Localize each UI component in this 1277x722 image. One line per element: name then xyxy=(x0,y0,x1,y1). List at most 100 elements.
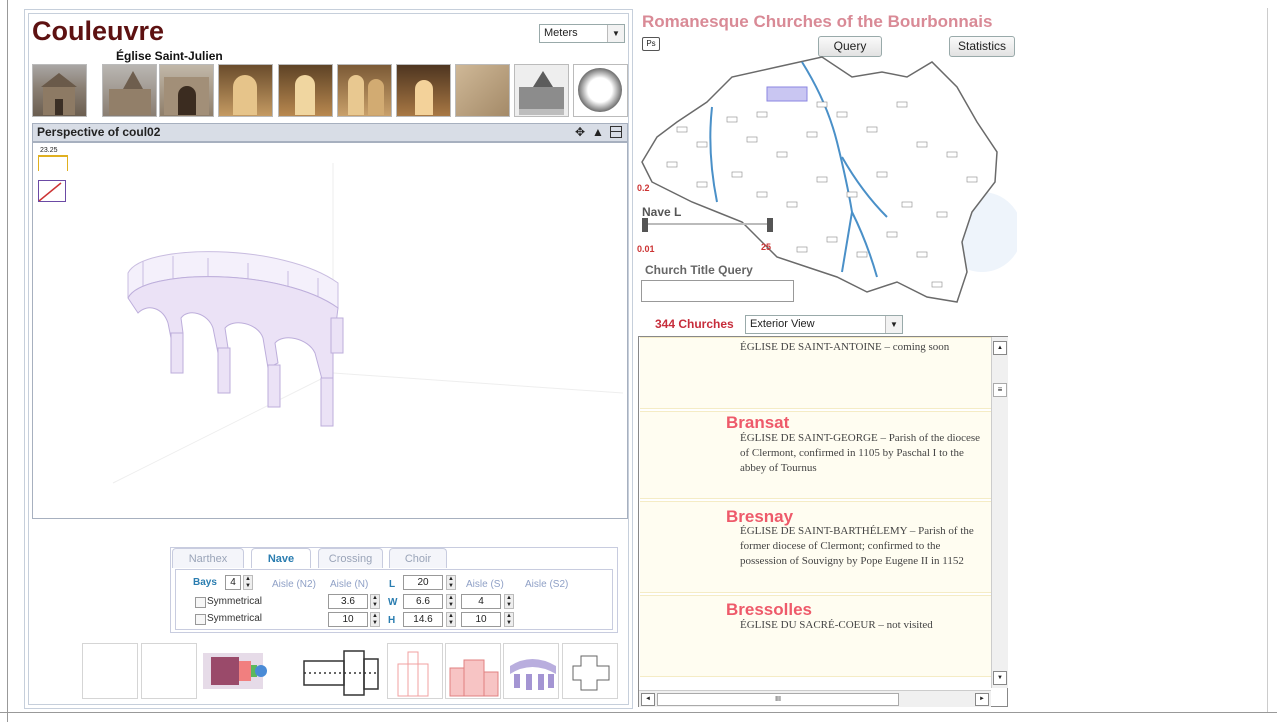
height-aisle-s-input[interactable]: 10 xyxy=(461,612,501,627)
symmetrical-label-1: Symmetrical xyxy=(207,596,263,607)
church-list[interactable] xyxy=(638,336,1008,707)
plan-thumb-elevation-2[interactable] xyxy=(445,643,501,699)
aisle-s-header: Aisle (S) xyxy=(466,579,504,590)
plan-thumb-elevation-1[interactable] xyxy=(387,643,443,699)
section-chart-icon xyxy=(449,659,499,697)
horizontal-scrollbar[interactable]: ◄ III ► xyxy=(639,690,991,707)
thumbnail-interior-4[interactable] xyxy=(396,64,451,117)
list-item-title-bressolles[interactable]: Bressolles xyxy=(726,600,812,620)
thumbnail-interior-3[interactable] xyxy=(337,64,392,117)
arches-icon xyxy=(295,75,315,115)
tab-crossing[interactable]: Crossing xyxy=(318,548,383,568)
scroll-up-icon[interactable]: ▲ xyxy=(993,341,1007,355)
portal-icon xyxy=(164,77,209,115)
horizontal-scroll-thumb[interactable]: III xyxy=(657,693,899,706)
model-3d-icon xyxy=(510,659,556,690)
nave-length-label: Nave L xyxy=(642,205,682,219)
plan-thumb-empty-1[interactable] xyxy=(82,643,138,699)
width-stepper[interactable]: ▲ ▼ xyxy=(446,594,456,609)
nave-3d-model xyxy=(112,163,624,484)
plan-thumb-floorplan[interactable] xyxy=(300,643,382,699)
slider-min-handle[interactable] xyxy=(642,218,648,232)
church-side-icon xyxy=(109,71,151,115)
panorama-sphere-icon xyxy=(578,68,622,112)
churches-count: 344 Churches xyxy=(655,317,734,331)
scroll-left-icon[interactable]: ◄ xyxy=(641,693,655,706)
map-panel-title: Romanesque Churches of the Bourbonnais xyxy=(642,12,993,31)
row-h-label: H xyxy=(388,615,396,626)
church-title-query-input[interactable] xyxy=(641,280,794,302)
church-exterior-icon xyxy=(41,73,77,115)
perspective-canvas[interactable] xyxy=(32,142,628,519)
width-aisle-s-stepper[interactable]: ▲ ▼ xyxy=(504,594,514,609)
height-aisle-n-stepper[interactable]: ▲ ▼ xyxy=(370,612,380,627)
tab-nave[interactable]: Nave xyxy=(251,548,311,568)
perspective-title: Perspective of coul02 xyxy=(37,125,161,139)
length-stepper[interactable]: ▲ ▼ xyxy=(446,575,456,590)
bays-input[interactable]: 4 xyxy=(225,575,241,590)
height-aisle-n-input[interactable]: 10 xyxy=(328,612,368,627)
church-name: Couleuvre xyxy=(32,16,165,46)
frame-right-border xyxy=(1267,8,1268,712)
symmetrical-checkbox-1[interactable] xyxy=(195,597,206,608)
symmetrical-checkbox-2[interactable] xyxy=(195,614,206,625)
list-item[interactable] xyxy=(640,595,991,677)
perspective-header: Perspective of coul02 xyxy=(32,123,628,142)
move-icon[interactable]: ✥ xyxy=(575,125,585,139)
plan-thumb-outline[interactable] xyxy=(562,643,618,699)
height-input[interactable]: 14.6 xyxy=(403,612,443,627)
plan-thumb-colored[interactable] xyxy=(203,643,267,699)
section-toggle-icon[interactable] xyxy=(38,180,66,202)
plan-thumb-empty-2[interactable] xyxy=(141,643,197,699)
tab-narthex[interactable]: Narthex xyxy=(172,548,244,568)
thumbnail-portal[interactable] xyxy=(159,64,214,117)
row-w-label: W xyxy=(388,597,398,608)
tab-choir[interactable]: Choir xyxy=(389,548,447,568)
thumbnail-interior-1[interactable] xyxy=(218,64,273,117)
scale-bar-icon xyxy=(38,155,68,171)
chevron-down-icon[interactable]: ▼ xyxy=(885,316,902,333)
view-select[interactable]: Exterior View ▼ xyxy=(745,315,903,334)
thumbnail-sphere[interactable] xyxy=(573,64,628,117)
nave-length-slider-track[interactable] xyxy=(642,223,772,225)
window-icon[interactable] xyxy=(610,126,622,138)
height-stepper[interactable]: ▲ ▼ xyxy=(446,612,456,627)
plan-thumb-3d[interactable] xyxy=(503,643,559,699)
list-item-title-bransat[interactable]: Bransat xyxy=(726,413,789,433)
thumbnail-interior-2[interactable] xyxy=(278,64,333,117)
apse-icon xyxy=(415,80,433,115)
bays-stepper[interactable]: ▲ ▼ xyxy=(243,575,253,590)
width-aisle-n-input[interactable]: 3.6 xyxy=(328,594,368,609)
scroll-down-icon[interactable]: ▼ xyxy=(993,671,1007,685)
floorplan-icon xyxy=(303,650,379,696)
church-title-query-label: Church Title Query xyxy=(645,263,753,277)
thumbnail-stone[interactable] xyxy=(455,64,510,117)
scroll-thumb[interactable]: ≡ xyxy=(993,383,1007,397)
colored-plan-icon xyxy=(203,653,267,689)
thumbnail-old-photo[interactable] xyxy=(514,64,569,117)
width-aisle-n-stepper[interactable]: ▲ ▼ xyxy=(370,594,380,609)
bays-label: Bays xyxy=(193,577,217,588)
list-item-text-bransat: ÉGLISE DE SAINT-GEORGE – Parish of the d… xyxy=(740,432,981,474)
thumbnail-exterior-2[interactable] xyxy=(102,64,157,117)
units-select-value: Meters xyxy=(544,27,578,39)
aisle-icon xyxy=(348,75,384,115)
thumbnail-exterior-1[interactable] xyxy=(32,64,87,117)
list-item-text-bresnay: ÉGLISE DE SAINT-BARTHÉLEMY – Parish of t… xyxy=(740,525,974,567)
aisle-s2-header: Aisle (S2) xyxy=(525,579,569,590)
view-select-value: Exterior View xyxy=(750,318,815,330)
scroll-right-icon[interactable]: ► xyxy=(975,693,989,706)
units-select[interactable]: Meters ▼ xyxy=(539,24,625,43)
length-input[interactable]: 20 xyxy=(403,575,443,590)
list-item-text-0: ÉGLISE DE SAINT-ANTOINE – coming soon xyxy=(740,341,950,353)
width-input[interactable]: 6.6 xyxy=(403,594,443,609)
church-subtitle: Église Saint-Julien xyxy=(116,49,223,63)
symmetrical-label-2: Symmetrical xyxy=(207,613,263,624)
slider-max-handle[interactable] xyxy=(767,218,773,232)
width-aisle-s-input[interactable]: 4 xyxy=(461,594,501,609)
height-aisle-s-stepper[interactable]: ▲ ▼ xyxy=(504,612,514,627)
vertical-scrollbar[interactable]: ▲ ≡ ▼ xyxy=(991,337,1008,688)
list-item-text-bressolles: ÉGLISE DU SACRÉ-COEUR – not visited xyxy=(740,619,933,631)
mountain-icon[interactable]: ▲ xyxy=(592,125,604,139)
chevron-down-icon[interactable]: ▼ xyxy=(607,25,624,42)
